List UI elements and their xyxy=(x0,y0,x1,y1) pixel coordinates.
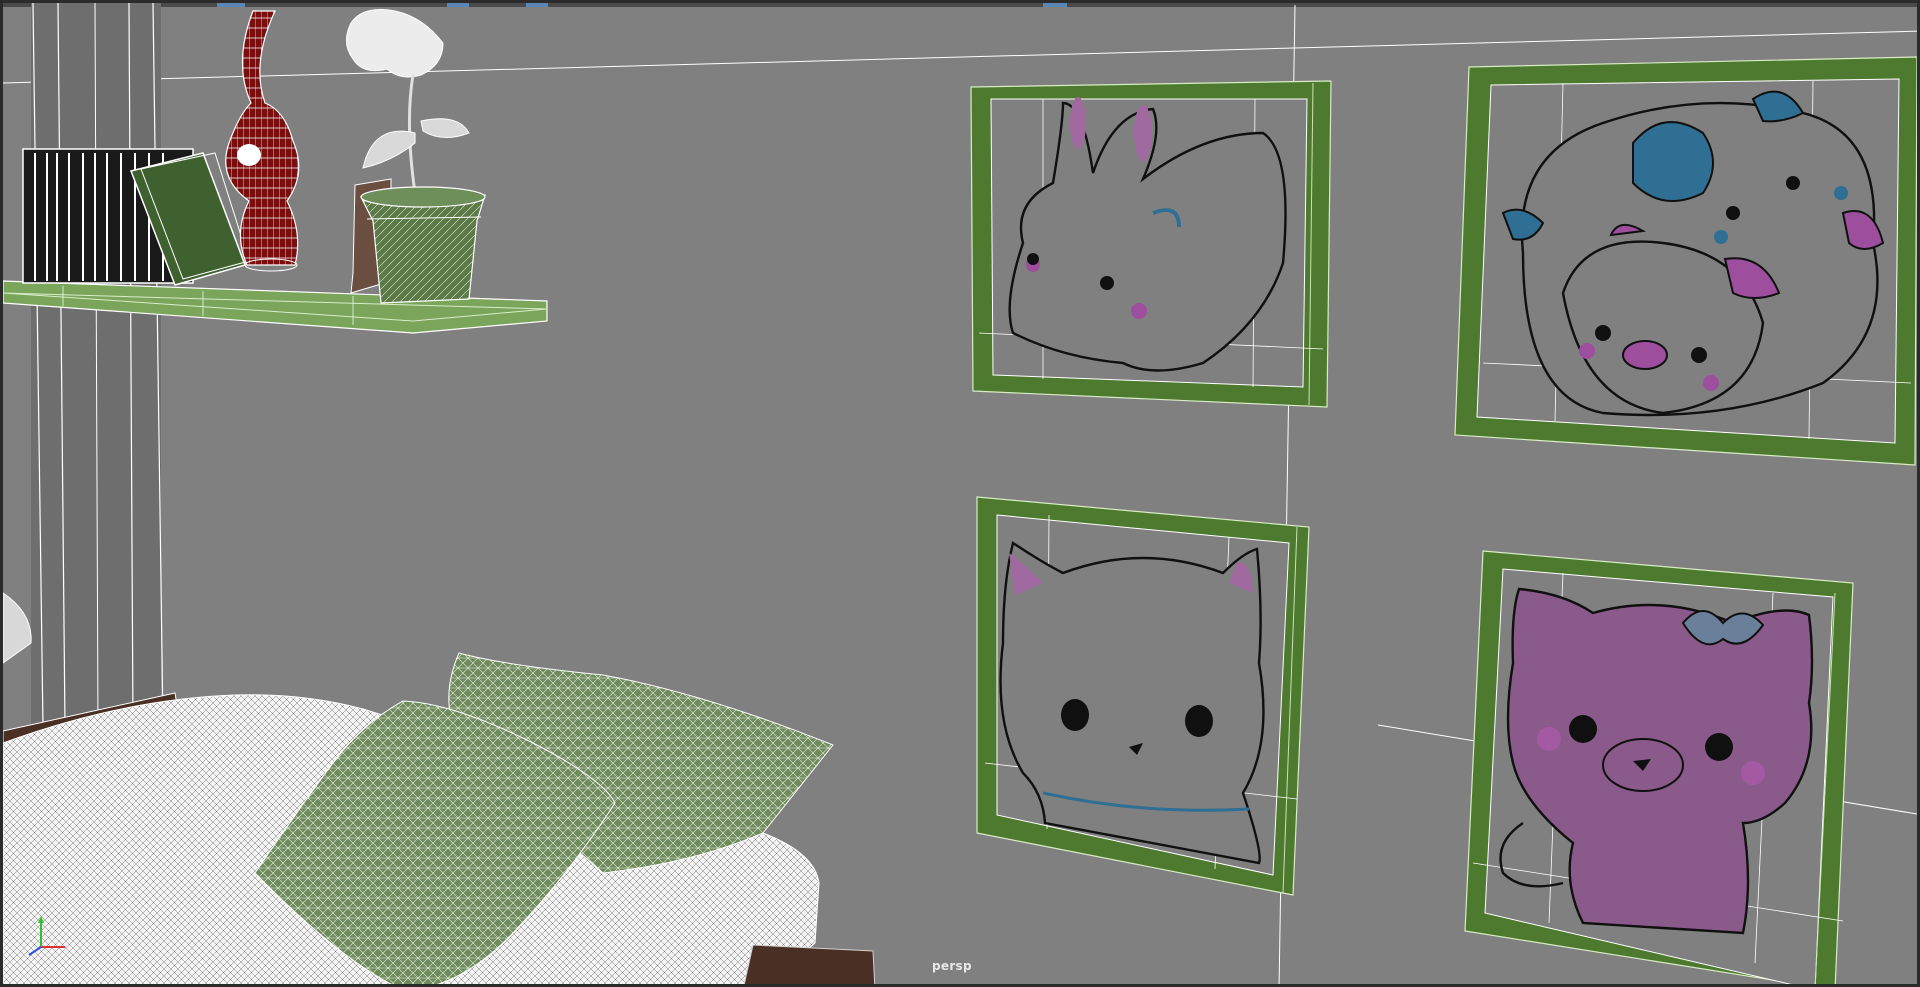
bed-wireframe[interactable] xyxy=(3,652,876,987)
potted-rose[interactable] xyxy=(346,9,486,304)
picture-frame-pink-cat[interactable] xyxy=(1464,550,1854,987)
viewport-panel[interactable]: persp xyxy=(0,0,1920,987)
3d-scene-wireframe[interactable] xyxy=(3,3,1920,987)
picture-frame-gray-cat[interactable] xyxy=(976,496,1310,896)
red-vase[interactable] xyxy=(225,10,300,272)
book-stack[interactable] xyxy=(22,148,250,286)
camera-label: persp xyxy=(932,959,972,973)
picture-frame-bunny[interactable] xyxy=(970,80,1332,408)
picture-frame-cats-pile[interactable] xyxy=(1454,56,1917,466)
xyz-axis-icon xyxy=(28,916,65,956)
